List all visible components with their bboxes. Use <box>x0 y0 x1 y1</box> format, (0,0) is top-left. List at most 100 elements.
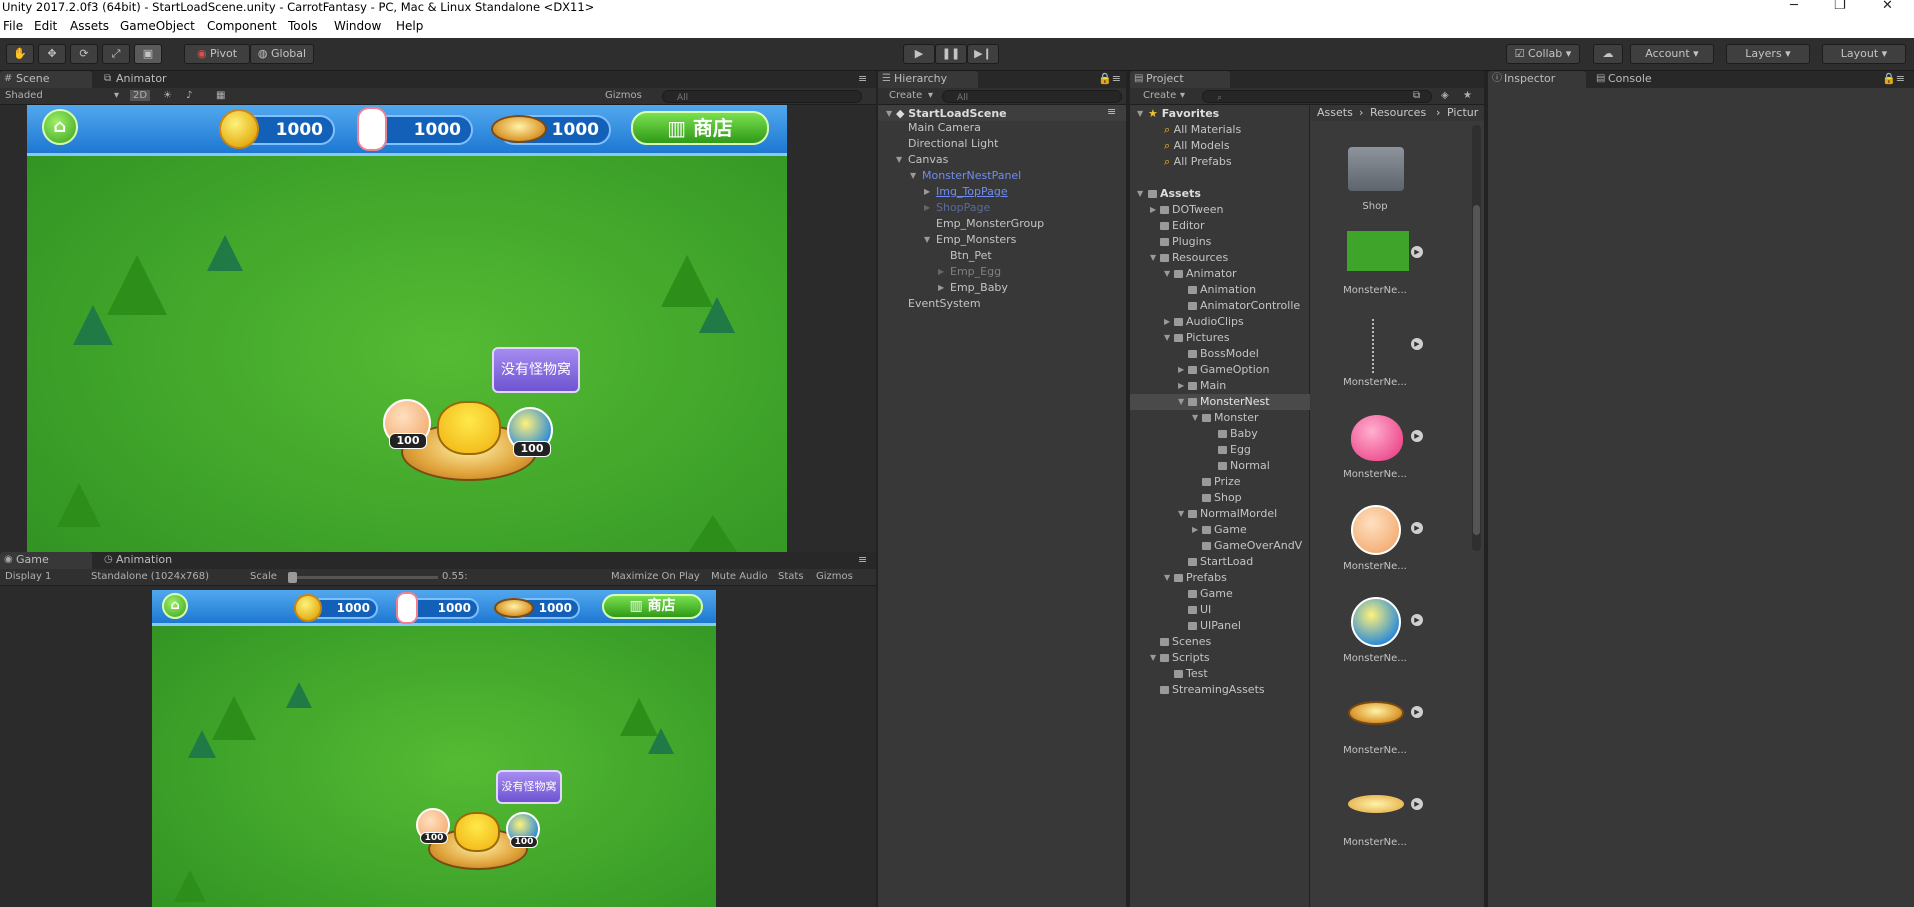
folder-animator[interactable]: Animator <box>1174 267 1237 280</box>
tab-animation[interactable]: ◷ Animation <box>100 552 200 569</box>
mode-2d-toggle[interactable]: 2D <box>130 90 151 101</box>
folder-startload[interactable]: StartLoad <box>1188 555 1253 568</box>
menu-help[interactable]: Help <box>396 19 423 33</box>
hierarchy-item-emp-monstergroup[interactable]: Emp_MonsterGroup <box>936 217 1044 230</box>
tab-console[interactable]: ▤ Console <box>1592 71 1682 88</box>
move-tool-icon[interactable]: ✥ <box>38 44 66 64</box>
close-button[interactable]: ✕ <box>1882 0 1893 13</box>
expand-arrow-icon[interactable]: ▼ <box>1192 413 1198 422</box>
hierarchy-item-emp-egg[interactable]: Emp_Egg <box>950 265 1001 278</box>
folder-dotween[interactable]: DOTween <box>1160 203 1224 216</box>
pause-button[interactable]: ❚❚ <box>935 44 967 64</box>
favorite-all-materials[interactable]: ⌕ All Materials <box>1164 123 1241 137</box>
expand-arrow-icon[interactable]: ▼ <box>1164 333 1170 342</box>
game-gizmos-dropdown[interactable]: Gizmos <box>816 571 853 582</box>
home-icon[interactable]: ⌂ <box>162 593 188 619</box>
expand-sprite-icon[interactable]: ▶ <box>1411 430 1423 442</box>
scene-game-canvas[interactable]: ⌂ 1000 1000 1000 ▥ 商店 没有怪物窝 100 100 <box>27 105 787 552</box>
maximize-button[interactable]: ❐ <box>1834 0 1846 13</box>
scene-menu-icon[interactable]: ≡ <box>1107 105 1116 118</box>
hierarchy-search-input[interactable]: All <box>942 90 1122 103</box>
folder-prize[interactable]: Prize <box>1202 475 1241 488</box>
asset-item[interactable]: ▶ MonsterNe... <box>1320 779 1430 859</box>
collapse-arrow-icon[interactable]: ▶ <box>924 187 930 196</box>
tab-animator[interactable]: ⧉ Animator <box>100 71 190 88</box>
folder-animatorcontroller[interactable]: AnimatorControlle <box>1188 299 1300 312</box>
expand-arrow-icon[interactable]: ▼ <box>1137 189 1143 198</box>
folder-monster[interactable]: Monster <box>1202 411 1259 424</box>
folder-audioclips[interactable]: AudioClips <box>1174 315 1244 328</box>
expand-arrow-icon[interactable]: ▼ <box>1164 573 1170 582</box>
hierarchy-item-main-camera[interactable]: Main Camera <box>908 121 981 134</box>
panel-menu-icon[interactable]: 🔒≡ <box>1096 71 1126 88</box>
favorites-header[interactable]: ★ Favorites <box>1148 107 1219 120</box>
effects-icon[interactable]: ▦ <box>216 90 225 101</box>
hierarchy-item-eventsystem[interactable]: EventSystem <box>908 297 981 310</box>
cloud-icon[interactable]: ☁ <box>1593 44 1623 64</box>
expand-sprite-icon[interactable]: ▶ <box>1411 338 1423 350</box>
folder-monsternest[interactable]: MonsterNest <box>1188 395 1270 408</box>
folder-prefabs-ui[interactable]: UI <box>1188 603 1211 616</box>
breadcrumb-pictures[interactable]: Pictur <box>1447 106 1478 119</box>
gizmos-dropdown[interactable]: Gizmos <box>605 90 642 101</box>
menu-window[interactable]: Window <box>334 19 381 33</box>
folder-main[interactable]: Main <box>1188 379 1226 392</box>
menu-component[interactable]: Component <box>207 19 277 33</box>
tab-scene[interactable]: # Scene <box>0 71 92 88</box>
folder-prefabs-uipanel[interactable]: UIPanel <box>1188 619 1241 632</box>
expand-arrow-icon[interactable]: ▼ <box>1150 253 1156 262</box>
hierarchy-item-directional-light[interactable]: Directional Light <box>908 137 998 150</box>
folder-editor[interactable]: Editor <box>1160 219 1205 232</box>
folder-resources[interactable]: Resources <box>1160 251 1228 264</box>
shop-button[interactable]: ▥ 商店 <box>602 594 703 619</box>
project-create-button[interactable]: Create <box>1143 90 1176 101</box>
step-button[interactable]: ▶❙ <box>967 44 999 64</box>
expand-sprite-icon[interactable]: ▶ <box>1411 614 1423 626</box>
audio-icon[interactable]: ♪ <box>186 90 192 101</box>
folder-prefabs-game[interactable]: Game <box>1188 587 1233 600</box>
hierarchy-item-monsternestpanel[interactable]: MonsterNestPanel <box>922 169 1021 182</box>
folder-scenes[interactable]: Scenes <box>1160 635 1211 648</box>
menu-assets[interactable]: Assets <box>70 19 109 33</box>
create-dropdown-icon[interactable]: ▾ <box>928 90 933 101</box>
expand-arrow-icon[interactable]: ▼ <box>924 235 930 244</box>
panel-menu-icon[interactable]: ≡ <box>856 71 876 88</box>
favorite-star-icon[interactable]: ★ <box>1463 90 1472 101</box>
tab-inspector[interactable]: ⓘ Inspector <box>1488 71 1586 88</box>
expand-sprite-icon[interactable]: ▶ <box>1411 798 1423 810</box>
asset-item[interactable]: ▶ MonsterNe... <box>1320 503 1430 583</box>
assets-root[interactable]: Assets <box>1148 187 1201 200</box>
expand-sprite-icon[interactable]: ▶ <box>1411 706 1423 718</box>
filter-label-icon[interactable]: ◈ <box>1441 90 1449 101</box>
folder-prefabs[interactable]: Prefabs <box>1174 571 1227 584</box>
scale-slider-handle[interactable] <box>288 572 297 583</box>
expand-arrow-icon[interactable]: ▼ <box>896 155 902 164</box>
breadcrumb-resources[interactable]: Resources <box>1370 106 1426 119</box>
rotate-tool-icon[interactable]: ⟳ <box>70 44 98 64</box>
expand-arrow-icon[interactable]: ▼ <box>1178 397 1184 406</box>
global-toggle[interactable]: ◍ Global <box>250 44 314 64</box>
collab-dropdown[interactable]: ☑ Collab ▾ <box>1506 44 1580 64</box>
hierarchy-item-shoppage[interactable]: ShopPage <box>936 201 990 214</box>
tab-hierarchy[interactable]: ☰ Hierarchy <box>878 71 978 88</box>
folder-test[interactable]: Test <box>1174 667 1208 680</box>
home-icon[interactable]: ⌂ <box>42 109 78 145</box>
breadcrumb-assets[interactable]: Assets <box>1317 106 1353 119</box>
filter-type-icon[interactable]: ⧉ <box>1413 90 1420 101</box>
expand-arrow-icon[interactable]: ▼ <box>910 171 916 180</box>
collapse-arrow-icon[interactable]: ▶ <box>1150 205 1156 214</box>
collapse-arrow-icon[interactable]: ▶ <box>1178 381 1184 390</box>
folder-pictures[interactable]: Pictures <box>1174 331 1230 344</box>
expand-arrow-icon[interactable]: ▼ <box>886 109 892 118</box>
favorite-all-prefabs[interactable]: ⌕ All Prefabs <box>1164 155 1232 169</box>
scale-tool-icon[interactable]: ⤢ <box>102 44 130 64</box>
collapse-arrow-icon[interactable]: ▶ <box>938 267 944 276</box>
expand-arrow-icon[interactable]: ▼ <box>1178 509 1184 518</box>
folder-shop[interactable]: Shop <box>1202 491 1242 504</box>
pivot-toggle[interactable]: ◉ Pivot <box>184 44 250 64</box>
mute-audio-toggle[interactable]: Mute Audio <box>711 571 768 582</box>
expand-arrow-icon[interactable]: ▼ <box>1137 109 1143 118</box>
panel-menu-icon[interactable]: ≡ <box>856 552 876 569</box>
folder-normal[interactable]: Normal <box>1218 459 1270 472</box>
asset-item[interactable]: ▶ MonsterNe... <box>1320 411 1430 491</box>
